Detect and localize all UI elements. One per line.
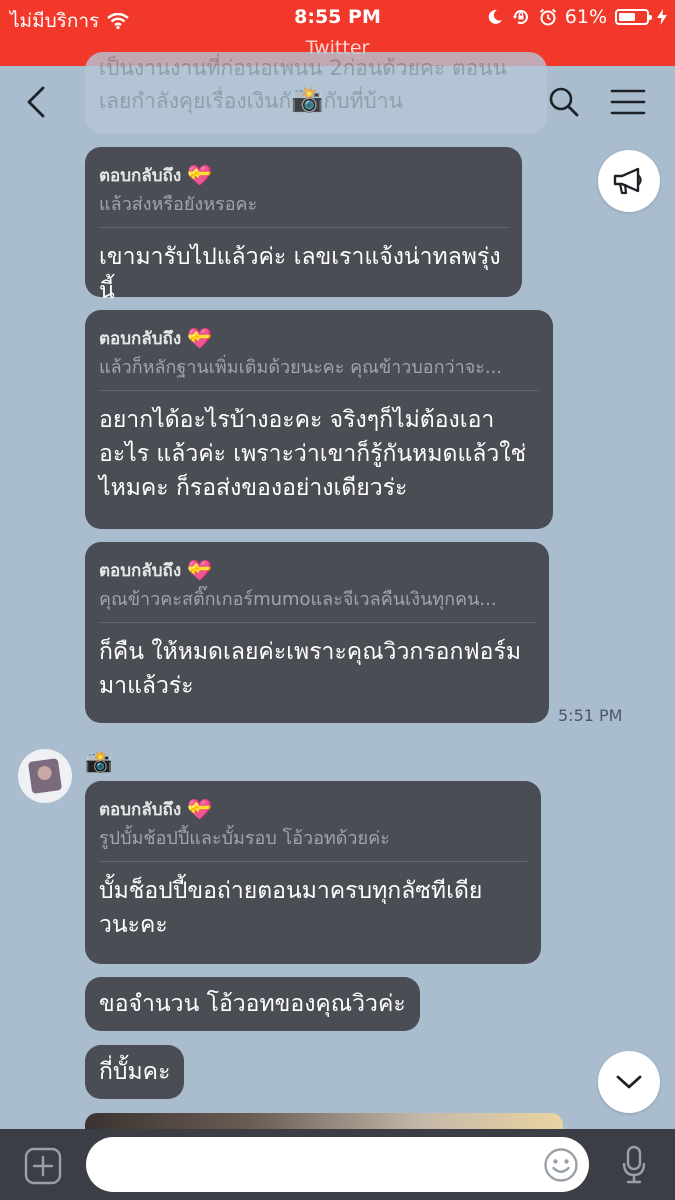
rotation-lock-icon — [512, 10, 528, 24]
incoming-message-bubble[interactable]: ขอจำนวน โอ้วอทของคุณวิวค่ะ — [85, 977, 420, 1031]
reply-label: ตอบกลับถึง — [99, 165, 182, 186]
message-input[interactable] — [86, 1137, 589, 1192]
heart-gift-emoji: 💝 — [187, 797, 213, 821]
reply-label: ตอบกลับถึง — [99, 560, 182, 581]
heart-gift-emoji: 💝 — [187, 163, 213, 187]
reply-divider — [99, 390, 539, 391]
reply-header: ตอบกลับถึง 💝 — [99, 161, 508, 189]
message-timestamp: 5:51 PM — [558, 706, 623, 725]
previous-message-bubble: เป็นงานงานที่ก่อนอเพนน 2ก่อนด้วยคะ ตอนน … — [85, 52, 547, 134]
back-button[interactable] — [14, 80, 58, 124]
search-button[interactable] — [542, 80, 586, 124]
reply-divider — [99, 861, 527, 862]
incoming-message-bubble[interactable]: กี่บั้มคะ — [85, 1045, 185, 1099]
emoji-button[interactable] — [540, 1144, 582, 1186]
reply-quote[interactable]: รูปบั้มช้อปปี้และบั้มรอบ โอ้วอทด้วยค่ะ — [99, 823, 527, 851]
reply-message-bubble[interactable]: ตอบกลับถึง 💝 แล้วส่งหรือยังหรอคะ เขามารับ… — [85, 147, 522, 304]
search-icon — [549, 87, 579, 117]
reply-quote[interactable]: แล้วส่งหรือยังหรอคะ — [99, 189, 508, 217]
hamburger-menu-icon — [610, 89, 646, 115]
microphone-button[interactable] — [612, 1141, 656, 1189]
scroll-to-bottom-button[interactable] — [598, 1051, 660, 1113]
reply-message-bubble[interactable]: ตอบกลับถึง 💝 แล้วก็หลักฐานเพิ่มเติมด้วยนะ… — [85, 310, 553, 529]
battery-icon — [615, 9, 652, 25]
megaphone-icon — [613, 167, 642, 195]
message-text: บั้มช็อปปี้ขอถ่ายตอนมาครบทุกลัซทีเดีย วน… — [99, 878, 483, 938]
reply-label: ตอบกลับถึง — [99, 799, 182, 820]
heart-gift-emoji: 💝 — [187, 326, 213, 350]
previous-message-line2: เลยกำลังคุยเรื่องเงินกั📸กับที่บ้าน — [99, 84, 533, 117]
reply-divider — [99, 622, 535, 623]
incoming-reply-bubble[interactable]: ตอบกลับถึง 💝 รูปบั้มช้อปปี้และบั้มรอบ โอ้… — [85, 781, 541, 964]
announcement-button[interactable] — [598, 150, 660, 212]
message-text: ก็คืน ให้หมดเลยค่ะเพราะคุณวิวกรอกฟอร์ม ม… — [99, 639, 521, 699]
menu-button[interactable] — [606, 80, 650, 124]
previous-message-text-end: กับที่บ้าน — [323, 89, 403, 113]
battery-fill — [619, 13, 635, 21]
reply-header: ตอบกลับถึง 💝 — [99, 556, 535, 584]
avatar-photo — [27, 758, 63, 794]
previous-message-line1: เป็นงานงานที่ก่อนอเพนน 2ก่อนด้วยคะ ตอนน — [99, 56, 507, 80]
battery-percent: 61% — [564, 6, 607, 28]
chevron-down-icon — [616, 1075, 642, 1089]
microphone-icon — [622, 1145, 646, 1184]
message-input-bar — [0, 1129, 675, 1200]
camera-emoji: 📸 — [291, 85, 324, 115]
reply-quote[interactable]: คุณข้าวคะสติ๊กเกอร์mumoและจีเวลคืนเงินทุ… — [99, 584, 535, 612]
moon-icon — [488, 9, 502, 24]
sender-name[interactable]: 📸 — [85, 750, 112, 775]
reply-divider — [99, 227, 508, 228]
charging-bolt-icon — [657, 9, 667, 25]
chevron-left-icon — [27, 86, 45, 118]
reply-label: ตอบกลับถึง — [99, 328, 182, 349]
reply-message-bubble[interactable]: ตอบกลับถึง 💝 คุณข้าวคะสติ๊กเกอร์mumoและจี… — [85, 542, 549, 723]
avatar[interactable] — [18, 749, 72, 803]
previous-message-text: เลยกำลังคุยเรื่องเงินกั — [99, 89, 292, 113]
reply-header: ตอบกลับถึง 💝 — [99, 324, 539, 352]
alarm-icon — [539, 8, 556, 26]
message-text: เขามารับไปแล้วค่ะ เลขเราแจ้งน่าทลพรุ่งนี… — [99, 244, 501, 304]
plus-icon[interactable] — [24, 1147, 62, 1185]
reply-quote[interactable]: แล้วก็หลักฐานเพิ่มเติมด้วยนะคะ คุณข้าวบอ… — [99, 352, 539, 380]
status-right: 61% — [487, 6, 667, 28]
heart-gift-emoji: 💝 — [187, 558, 213, 582]
reply-header: ตอบกลับถึง 💝 — [99, 795, 527, 823]
emoji-icon — [544, 1148, 578, 1182]
message-text: อยากได้อะไรบ้างอะคะ จริงๆก็ไม่ต้องเอาอะไ… — [99, 407, 527, 501]
